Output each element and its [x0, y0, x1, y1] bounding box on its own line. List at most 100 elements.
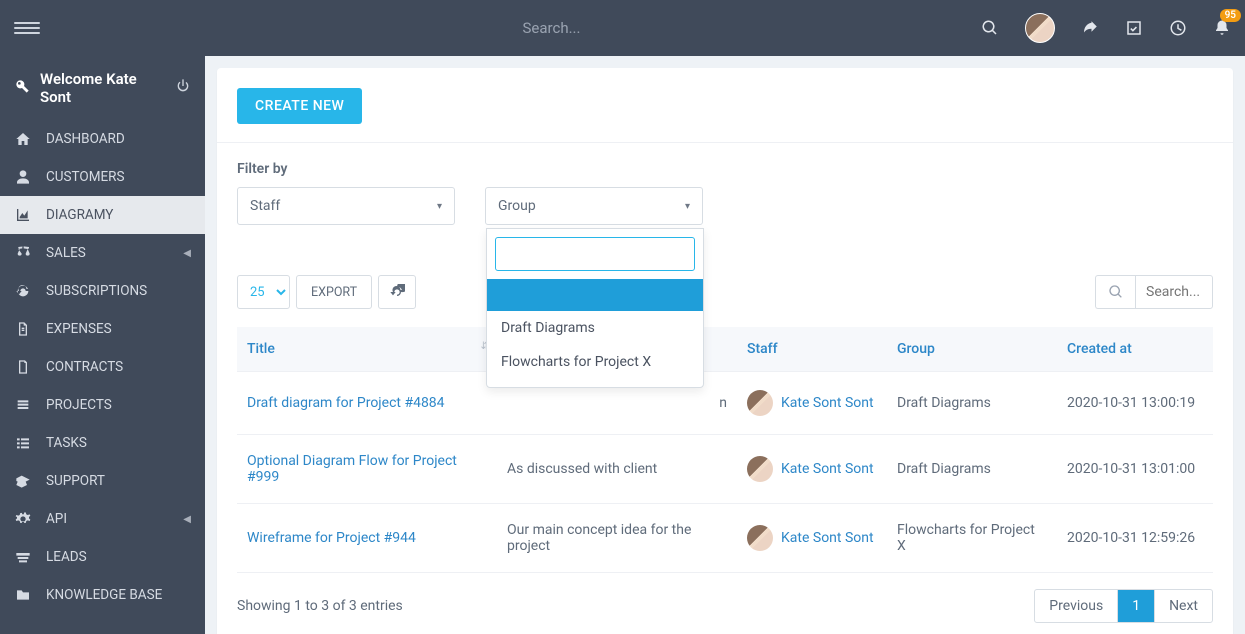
nav-label: API	[46, 511, 67, 527]
group-filter-select[interactable]: Group ▾ Draft Diagrams Flowcharts for Pr…	[485, 187, 703, 225]
caret-down-icon: ▾	[437, 201, 442, 212]
nav-dashboard[interactable]: DASHBOARD	[0, 120, 205, 158]
nav-sales[interactable]: SALES ◀	[0, 234, 205, 272]
row-created: 2020-10-31 13:00:19	[1057, 372, 1213, 435]
refresh-icon	[14, 283, 32, 299]
global-search-input[interactable]	[523, 19, 723, 37]
filter-by-label: Filter by	[237, 161, 1213, 177]
welcome-text: Welcome Kate Sont	[40, 70, 165, 106]
topbar: 95	[0, 0, 1245, 56]
nav-label: SUPPORT	[46, 473, 105, 489]
create-new-button[interactable]: CREATE NEW	[237, 88, 362, 124]
group-option[interactable]: Draft Diagrams	[487, 311, 703, 345]
nav-label: EXPENSES	[46, 321, 112, 337]
data-table: Title⇵ Staff Group Created at Draft diag…	[237, 327, 1213, 573]
notifications-count: 95	[1220, 9, 1241, 22]
row-staff-link[interactable]: Kate Sont Sont	[781, 530, 874, 546]
avatar	[747, 525, 773, 551]
table-row: Draft diagram for Project #4884 n Kate S…	[237, 372, 1213, 435]
nav-label: KNOWLEDGE BASE	[46, 587, 162, 603]
row-title-link[interactable]: Wireframe for Project #944	[247, 530, 416, 546]
search-icon[interactable]	[981, 19, 999, 37]
nav-label: DASHBOARD	[46, 131, 125, 147]
table-search-input[interactable]	[1135, 275, 1213, 309]
sidebar: Welcome Kate Sont DASHBOARD CUSTOMERS DI…	[0, 56, 205, 634]
chevron-left-icon: ◀	[183, 514, 191, 525]
row-staff-link[interactable]: Kate Sont Sont	[781, 395, 874, 411]
doc-icon	[14, 359, 32, 375]
wrench-icon	[14, 78, 30, 98]
col-title[interactable]: Title⇵	[237, 327, 497, 372]
refresh-button[interactable]	[378, 275, 416, 309]
row-desc: Our main concept idea for the project	[497, 504, 737, 573]
col-group[interactable]: Group	[887, 327, 1057, 372]
nav-label: PROJECTS	[46, 397, 112, 413]
row-group: Flowcharts for Project X	[887, 504, 1057, 573]
ticket-icon	[14, 473, 32, 489]
row-title-link[interactable]: Optional Diagram Flow for Project #999	[247, 453, 457, 485]
power-icon[interactable]	[175, 78, 191, 98]
tasks-icon	[14, 435, 32, 451]
col-staff[interactable]: Staff	[737, 327, 887, 372]
table-row: Wireframe for Project #944 Our main conc…	[237, 504, 1213, 573]
nav-projects[interactable]: PROJECTS	[0, 386, 205, 424]
list-icon	[14, 397, 32, 413]
home-icon	[14, 131, 32, 147]
pagination: Previous 1 Next	[1034, 589, 1213, 623]
page-size-select[interactable]: 25	[237, 275, 290, 309]
row-title-link[interactable]: Draft diagram for Project #4884	[247, 395, 445, 411]
clock-icon[interactable]	[1169, 19, 1187, 37]
nav-tasks[interactable]: TASKS	[0, 424, 205, 462]
menu-toggle[interactable]	[14, 15, 40, 41]
row-created: 2020-10-31 12:59:26	[1057, 504, 1213, 573]
row-group: Draft Diagrams	[887, 372, 1057, 435]
row-staff-link[interactable]: Kate Sont Sont	[781, 461, 874, 477]
group-option[interactable]: Flowcharts for Project X	[487, 345, 703, 379]
welcome-block: Welcome Kate Sont	[0, 56, 205, 120]
user-avatar[interactable]	[1025, 13, 1055, 43]
panel-header: CREATE NEW	[217, 68, 1233, 143]
staff-filter-value: Staff	[250, 198, 280, 214]
group-dropdown-search[interactable]	[495, 237, 695, 271]
nav-leads[interactable]: LEADS	[0, 538, 205, 576]
avatar	[747, 390, 773, 416]
nav-label: CUSTOMERS	[46, 169, 125, 185]
panel: CREATE NEW Filter by Staff ▾ Group ▾	[217, 68, 1233, 634]
staff-filter-select[interactable]: Staff ▾	[237, 187, 455, 225]
pager-previous[interactable]: Previous	[1035, 590, 1117, 622]
notifications-bell[interactable]: 95	[1213, 19, 1231, 37]
nav-diagramy[interactable]: DIAGRAMY	[0, 196, 205, 234]
nav-label: SALES	[46, 245, 86, 261]
nav-contracts[interactable]: CONTRACTS	[0, 348, 205, 386]
chevron-left-icon: ◀	[183, 248, 191, 259]
nav-expenses[interactable]: EXPENSES	[0, 310, 205, 348]
checkbox-icon[interactable]	[1125, 19, 1143, 37]
pager-next[interactable]: Next	[1154, 590, 1212, 622]
export-button[interactable]: EXPORT	[296, 275, 372, 309]
nav-label: LEADS	[46, 549, 87, 565]
showing-entries: Showing 1 to 3 of 3 entries	[237, 598, 403, 614]
scales-icon	[14, 245, 32, 261]
row-group: Draft Diagrams	[887, 435, 1057, 504]
avatar	[747, 456, 773, 482]
group-option-blank[interactable]	[487, 279, 703, 311]
caret-down-icon: ▾	[685, 201, 690, 212]
chart-icon	[14, 207, 32, 223]
pager-page-1[interactable]: 1	[1117, 590, 1154, 622]
main-content: CREATE NEW Filter by Staff ▾ Group ▾	[205, 56, 1245, 634]
group-filter-value: Group	[498, 198, 536, 214]
leads-icon	[14, 549, 32, 565]
col-created[interactable]: Created at	[1057, 327, 1213, 372]
nav-knowledge-base[interactable]: KNOWLEDGE BASE	[0, 576, 205, 614]
nav-customers[interactable]: CUSTOMERS	[0, 158, 205, 196]
nav-support[interactable]: SUPPORT	[0, 462, 205, 500]
nav-subscriptions[interactable]: SUBSCRIPTIONS	[0, 272, 205, 310]
row-created: 2020-10-31 13:01:00	[1057, 435, 1213, 504]
file-icon	[14, 321, 32, 337]
user-icon	[14, 169, 32, 185]
nav-label: SUBSCRIPTIONS	[46, 283, 147, 299]
share-icon[interactable]	[1081, 19, 1099, 37]
gears-icon	[14, 511, 32, 527]
nav-api[interactable]: API ◀	[0, 500, 205, 538]
nav-label: DIAGRAMY	[46, 207, 113, 223]
